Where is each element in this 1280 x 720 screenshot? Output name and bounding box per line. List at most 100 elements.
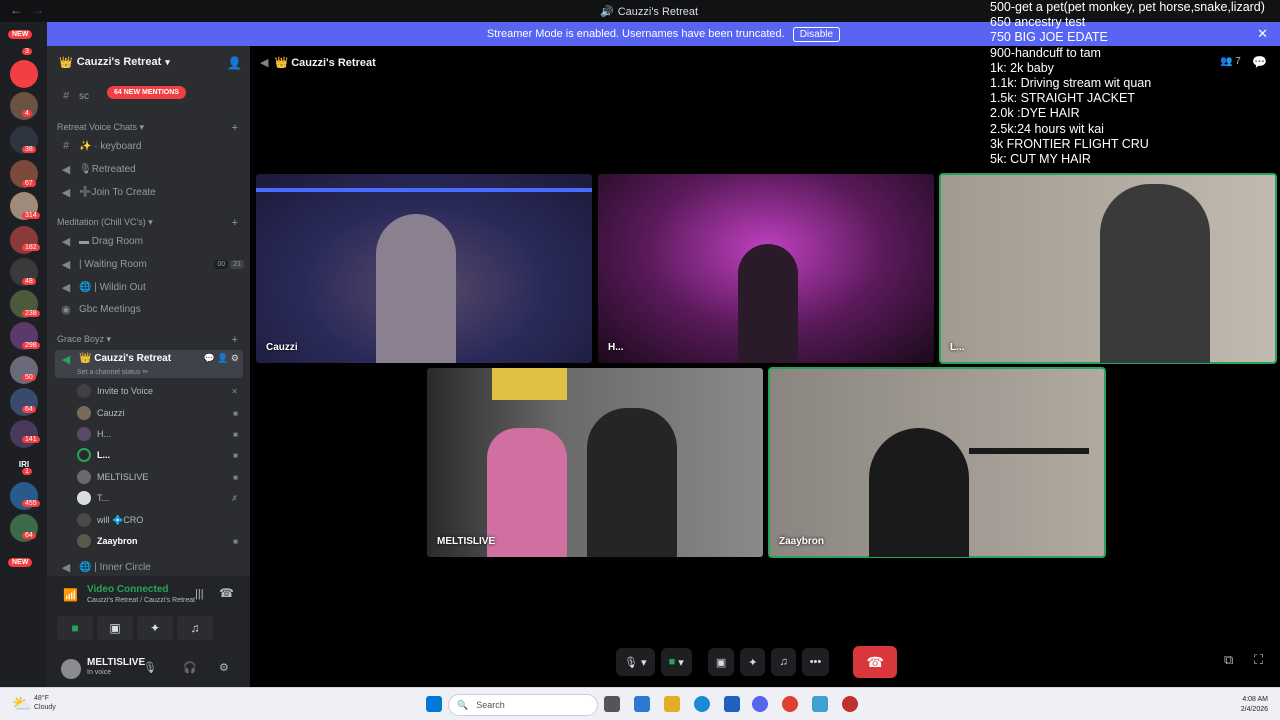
user-name: L... — [97, 450, 110, 460]
gear-icon[interactable]: ⚙ — [219, 661, 229, 674]
voice-user[interactable]: Cauzzi ■ — [77, 406, 242, 420]
headphones-icon[interactable]: 🎧 — [183, 661, 197, 674]
activities-button[interactable]: ✦ — [137, 616, 173, 640]
video-icon: ■ — [233, 408, 238, 418]
weather-icon[interactable]: ⛅ — [12, 694, 32, 713]
category-grace-boyz[interactable]: Grace Boyz ▾ + — [57, 334, 242, 346]
fullscreen-icon[interactable]: ⛶ — [1254, 652, 1263, 668]
goal-line: 750 BIG JOE EDATE — [990, 30, 1108, 45]
hash-icon: # — [62, 90, 70, 102]
speaker-icon: ◀ — [61, 164, 71, 176]
channel-waiting-room[interactable]: ◀ | Waiting Room 00 21 — [59, 258, 244, 271]
video-tile[interactable]: H... — [598, 174, 934, 363]
weather-widget[interactable]: 48°F Cloudy — [34, 694, 56, 712]
banner-text: Streamer Mode is enabled. Usernames have… — [486, 28, 785, 40]
add-channel-icon[interactable]: + — [232, 217, 238, 229]
tile-name: MELTISLIVE — [437, 536, 496, 547]
mention-badge: 314 — [22, 212, 40, 219]
invite-icon — [77, 384, 91, 398]
taskbar-clock[interactable]: 4:08 AM 2/4/2026 — [1241, 695, 1268, 715]
activities-button[interactable]: ✦ — [740, 648, 766, 676]
screen-share-icon: ▣ — [715, 656, 727, 669]
voice-user[interactable]: Zaaybron ■ — [77, 534, 242, 548]
user-name: H... — [97, 429, 112, 439]
channel-gbc-meetings[interactable]: ◉ Gbc Meetings — [59, 303, 244, 316]
screen-share-button[interactable]: ▣ — [707, 648, 735, 676]
more-button[interactable]: ••• — [801, 648, 830, 676]
server-icon[interactable] — [10, 60, 38, 88]
call-header: ◀ 👑 Cauzzi's Retreat — [260, 56, 376, 69]
set-channel-status[interactable]: Set a channel status ✏ — [77, 368, 148, 376]
channel-inner-circle[interactable]: ◀ 🌐 | Inner Circle — [59, 561, 244, 574]
mention-badge: 238 — [22, 310, 40, 317]
forward-arrow-icon[interactable]: → — [32, 3, 44, 17]
copilot-icon[interactable] — [634, 696, 650, 712]
new-mentions-pill[interactable]: 64 NEW MENTIONS — [107, 86, 186, 99]
video-tile[interactable]: Cauzzi — [256, 174, 592, 363]
channel-drag-room[interactable]: ◀ ▬ Drag Room — [59, 235, 244, 248]
channel-join-to-create[interactable]: ◀ ➕Join To Create — [59, 186, 244, 199]
file-explorer-icon[interactable] — [664, 696, 680, 712]
discord-icon[interactable] — [752, 696, 768, 712]
store-icon[interactable] — [724, 696, 740, 712]
window-title-text: Cauzzi's Retreat — [617, 5, 699, 18]
soundboard-button[interactable]: ♫ — [177, 616, 213, 640]
invite-to-voice[interactable]: Invite to Voice ✕ — [77, 384, 242, 398]
server-header[interactable]: 👑 Cauzzi's Retreat ▾ — [59, 56, 170, 69]
mute-button[interactable]: 🎙 ▾ — [616, 648, 655, 676]
channel-keyboard[interactable]: # ✨ · keyboard — [59, 140, 244, 152]
video-tile[interactable]: L... — [939, 173, 1277, 364]
voice-user[interactable]: L... ■ — [77, 448, 242, 462]
voice-user[interactable]: H... ■ — [77, 427, 242, 441]
category-meditation[interactable]: Meditation (Chill VC's) ▾ + — [57, 217, 242, 229]
video-tile[interactable]: Zaaybron — [768, 367, 1106, 558]
goal-line: 1k: 2k baby — [990, 60, 1054, 75]
soundboard-button[interactable]: ♫ — [771, 648, 796, 676]
category-retreat-voice-chats[interactable]: Retreat Voice Chats ▾ + — [57, 122, 242, 134]
taskbar-search[interactable]: 🔍 Search — [448, 694, 598, 716]
avatar — [77, 448, 91, 462]
disable-streamer-mode-button[interactable]: Disable — [792, 26, 841, 42]
video-button[interactable]: ■ — [57, 616, 93, 640]
voice-user[interactable]: T... ✗ — [77, 491, 242, 505]
app-icon[interactable] — [812, 696, 828, 712]
user-name: Cauzzi — [97, 408, 125, 418]
voice-status-panel: 📶 Video Connected Cauzzi's Retreat / Cau… — [47, 576, 250, 651]
new-badge: NEW — [8, 30, 33, 39]
voice-status-title[interactable]: Video Connected — [87, 584, 169, 595]
user-name: MELTISLIVE — [87, 657, 146, 668]
channel-actions-icon[interactable]: 💬 👤 ⚙ — [204, 353, 239, 364]
close-icon[interactable]: ✕ — [231, 387, 238, 396]
camera-button[interactable]: ■ ▾ — [660, 648, 692, 676]
user-count: 00 — [214, 260, 229, 269]
screen-share-button[interactable]: ▣ — [97, 616, 133, 640]
channel-wildin-out[interactable]: ◀ 🌐 | Wildin Out — [59, 281, 244, 294]
user-limit-count: 21 — [230, 260, 244, 269]
windows-start-icon[interactable] — [426, 696, 442, 712]
disconnect-icon[interactable]: ☎ — [219, 586, 234, 600]
video-tile[interactable]: MELTISLIVE — [427, 368, 763, 557]
window-title: 🔊 Cauzzi's Retreat — [600, 5, 699, 19]
voice-user[interactable]: MELTISLIVE ■ — [77, 470, 242, 484]
microphone-icon: 🎙 — [624, 656, 638, 669]
add-channel-icon[interactable]: + — [232, 334, 238, 346]
avatar — [77, 534, 91, 548]
invite-icon[interactable]: 👤 — [227, 56, 242, 70]
app-icon[interactable] — [842, 696, 858, 712]
search-icon: 🔍 — [457, 699, 469, 710]
channel-retreated[interactable]: ◀ 🎙Retreated — [59, 163, 244, 176]
leave-call-button[interactable]: ☎ — [853, 646, 898, 678]
add-channel-icon[interactable]: + — [232, 122, 238, 134]
avatar[interactable] — [61, 659, 81, 679]
chrome-icon[interactable] — [782, 696, 798, 712]
noise-suppression-icon[interactable]: ||| — [195, 588, 204, 600]
server-icon[interactable] — [10, 420, 38, 448]
goal-line: 3k FRONTIER FLIGHT CRU — [990, 136, 1149, 151]
voice-user[interactable]: will 💠CRO — [77, 513, 242, 527]
task-view-icon[interactable] — [604, 696, 620, 712]
voice-status-subtitle[interactable]: Cauzzi's Retreat / Cauzzi's Retreat — [87, 597, 195, 604]
edge-icon[interactable] — [694, 696, 710, 712]
back-arrow-icon[interactable]: ← — [10, 3, 22, 17]
microphone-icon[interactable]: 🎙 — [143, 661, 157, 674]
popout-icon[interactable]: ⧉ — [1224, 652, 1233, 668]
